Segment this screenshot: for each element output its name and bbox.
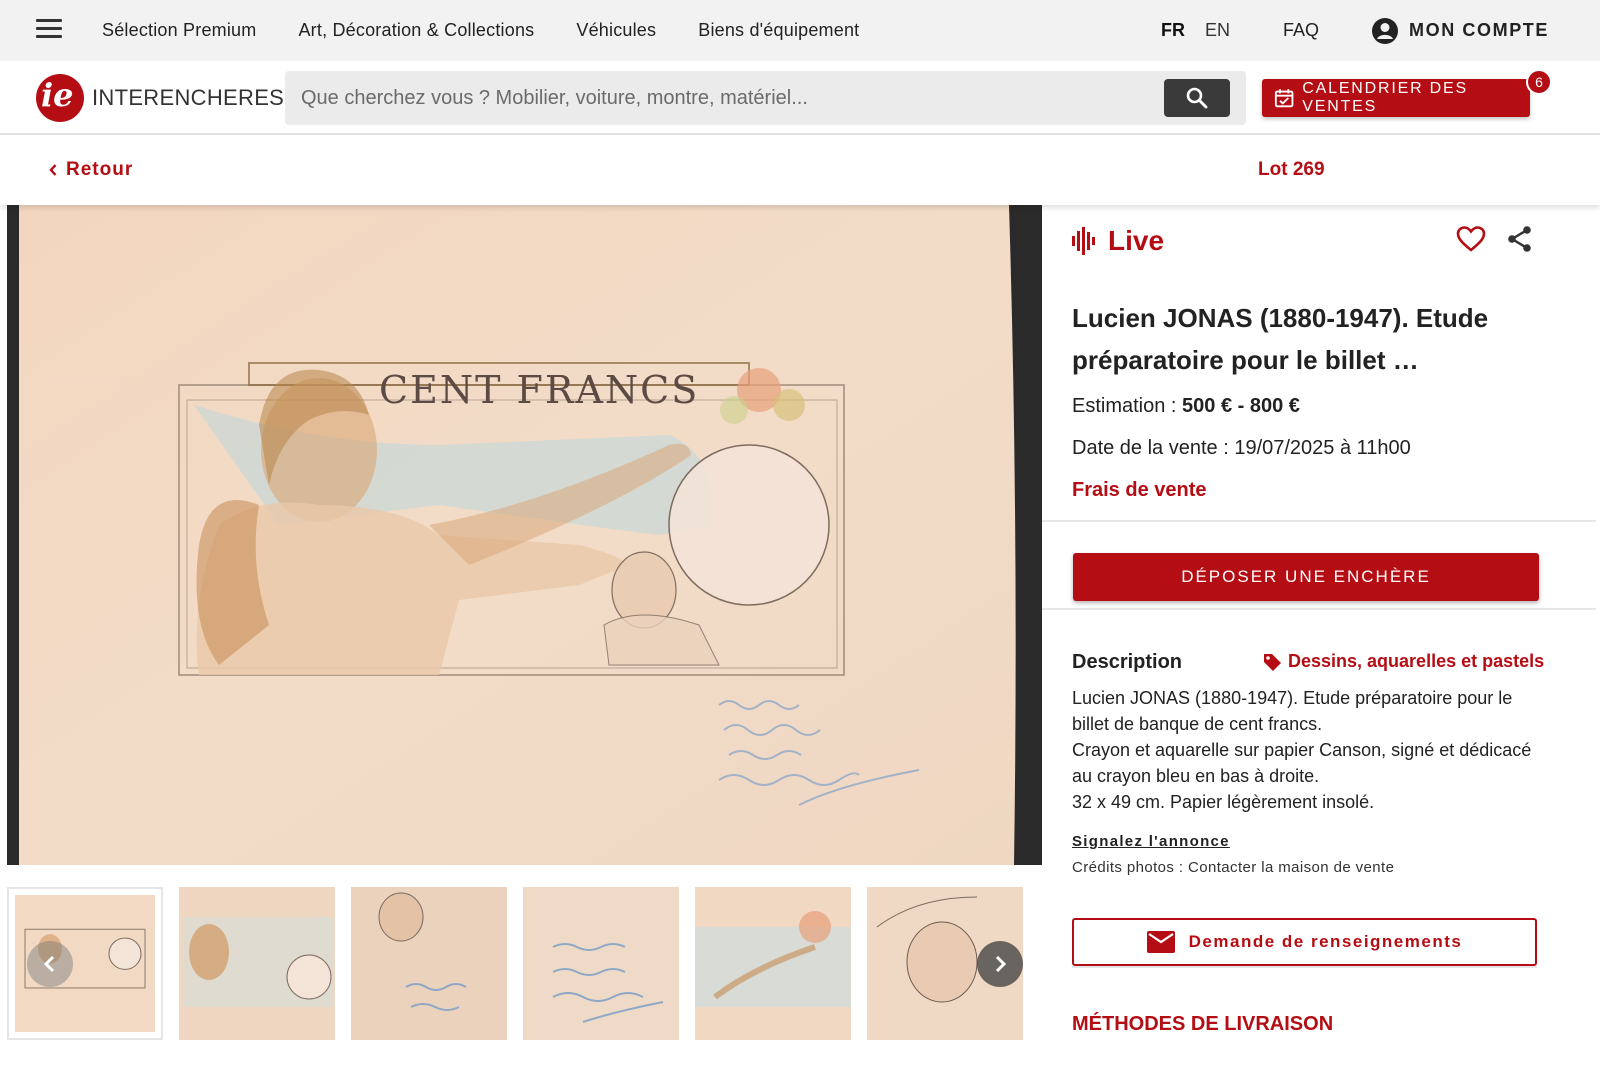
lot-title: Lucien JONAS (1880-1947). Etude préparat…	[1072, 303, 1489, 375]
menu-icon[interactable]	[36, 19, 62, 41]
site-header: ie INTERENCHERES CALENDRIER DES VENTES 6	[0, 61, 1600, 135]
calendar-icon	[1274, 89, 1294, 108]
search-icon	[1186, 87, 1208, 109]
heart-icon	[1456, 226, 1486, 252]
divider	[1042, 608, 1596, 610]
request-information-button[interactable]: Demande de renseignements	[1072, 918, 1537, 966]
description-line: 32 x 49 cm. Papier légèrement insolé.	[1072, 792, 1375, 812]
category-label: Dessins, aquarelles et pastels	[1288, 651, 1545, 671]
lot-navigation-bar: Retour Lot 269	[0, 135, 1600, 205]
description-line: Crayon et aquarelle sur papier Canson, s…	[1072, 740, 1532, 786]
nav-link-vehicules[interactable]: Véhicules	[576, 20, 656, 41]
thumbnail-image	[351, 887, 507, 1040]
divider	[1042, 520, 1596, 522]
nav-link-art-decoration[interactable]: Art, Décoration & Collections	[298, 20, 534, 41]
divider	[1072, 966, 1537, 968]
thumbnail-next-button[interactable]	[977, 941, 1023, 987]
share-icon	[1508, 226, 1531, 252]
sales-calendar-button[interactable]: CALENDRIER DES VENTES	[1262, 79, 1530, 117]
thumbnail-5[interactable]	[695, 887, 851, 1040]
lot-description: Lucien JONAS (1880-1947). Etude préparat…	[1072, 685, 1552, 815]
thumbnail-strip	[7, 885, 1042, 1042]
share-button[interactable]	[1506, 225, 1534, 258]
calendar-label: CALENDRIER DES VENTES	[1302, 80, 1468, 115]
live-label: Live	[1108, 225, 1165, 256]
delivery-methods-heading: MÉTHODES DE LIVRAISON	[1072, 1013, 1334, 1035]
thumbnail-3[interactable]	[351, 887, 507, 1040]
back-label: Retour	[66, 159, 134, 180]
category-link[interactable]: Dessins, aquarelles et pastels	[1262, 651, 1544, 672]
tag-icon	[1264, 653, 1281, 671]
thumbnail-image	[695, 887, 851, 1040]
lot-details-panel: Live Lucien JONAS (1880-1947). Etude pré…	[1042, 205, 1600, 1067]
estimation-label: Estimation :	[1072, 395, 1183, 417]
back-button[interactable]: Retour	[48, 135, 133, 205]
description-heading: Description	[1072, 651, 1183, 673]
artwork-drawing: CENT FRANCS	[19, 205, 1027, 865]
artwork-inscription: CENT FRANCS	[379, 368, 699, 412]
report-listing-link[interactable]: Signalez l'annonce	[1072, 833, 1230, 850]
calendar-count-badge: 6	[1526, 69, 1552, 95]
faq-link[interactable]: FAQ	[1283, 0, 1319, 61]
estimation-value: 500 € - 800 €	[1182, 395, 1300, 417]
search-bar	[285, 71, 1246, 125]
top-navigation: Sélection Premium Art, Décoration & Coll…	[0, 0, 1600, 61]
arrow-left-icon	[43, 955, 55, 973]
nav-link-selection-premium[interactable]: Sélection Premium	[102, 20, 256, 41]
live-indicator: Live	[1072, 225, 1164, 257]
thumbnail-prev-button[interactable]	[27, 941, 73, 987]
account-label: MON COMPTE	[1409, 20, 1549, 40]
lot-estimation: Estimation : 500 € - 800 €	[1072, 395, 1300, 418]
description-line: Lucien JONAS (1880-1947). Etude préparat…	[1072, 688, 1513, 734]
nav-link-biens-equipement[interactable]: Biens d'équipement	[698, 20, 859, 41]
thumbnail-4[interactable]	[523, 887, 679, 1040]
date-value: 19/07/2025 à 11h00	[1234, 437, 1411, 459]
chevron-left-icon	[49, 164, 57, 176]
live-icon	[1072, 227, 1095, 255]
language-en[interactable]: EN	[1205, 0, 1230, 61]
main-nav-links: Sélection Premium Art, Décoration & Coll…	[102, 0, 859, 61]
search-button[interactable]	[1164, 79, 1230, 117]
sale-fees-link[interactable]: Frais de vente	[1072, 479, 1207, 502]
thumbnail-image	[179, 887, 335, 1040]
favorite-button[interactable]	[1456, 225, 1486, 258]
sale-date: Date de la vente : 19/07/2025 à 11h00	[1072, 437, 1411, 460]
account-icon	[1372, 17, 1398, 44]
lot-number: Lot 269	[1258, 159, 1325, 180]
logo-text: INTERENCHERES	[92, 85, 285, 110]
thumbnail-image	[523, 887, 679, 1040]
account-button[interactable]: MON COMPTE	[1371, 0, 1549, 61]
arrow-right-icon	[995, 955, 1007, 973]
mail-icon	[1146, 931, 1175, 953]
lot-main-image[interactable]: CENT FRANCS	[7, 205, 1042, 865]
thumbnail-2[interactable]	[179, 887, 335, 1040]
request-information-label: Demande de renseignements	[1188, 932, 1463, 951]
site-logo[interactable]: ie INTERENCHERES	[36, 74, 284, 122]
date-label: Date de la vente :	[1072, 437, 1235, 459]
language-fr[interactable]: FR	[1161, 0, 1185, 61]
place-bid-button[interactable]: DÉPOSER UNE ENCHÈRE	[1073, 553, 1539, 601]
photo-credits: Crédits photos : Contacter la maison de …	[1072, 859, 1395, 876]
search-input[interactable]	[301, 71, 1141, 125]
logo-mark: ie	[36, 74, 84, 122]
